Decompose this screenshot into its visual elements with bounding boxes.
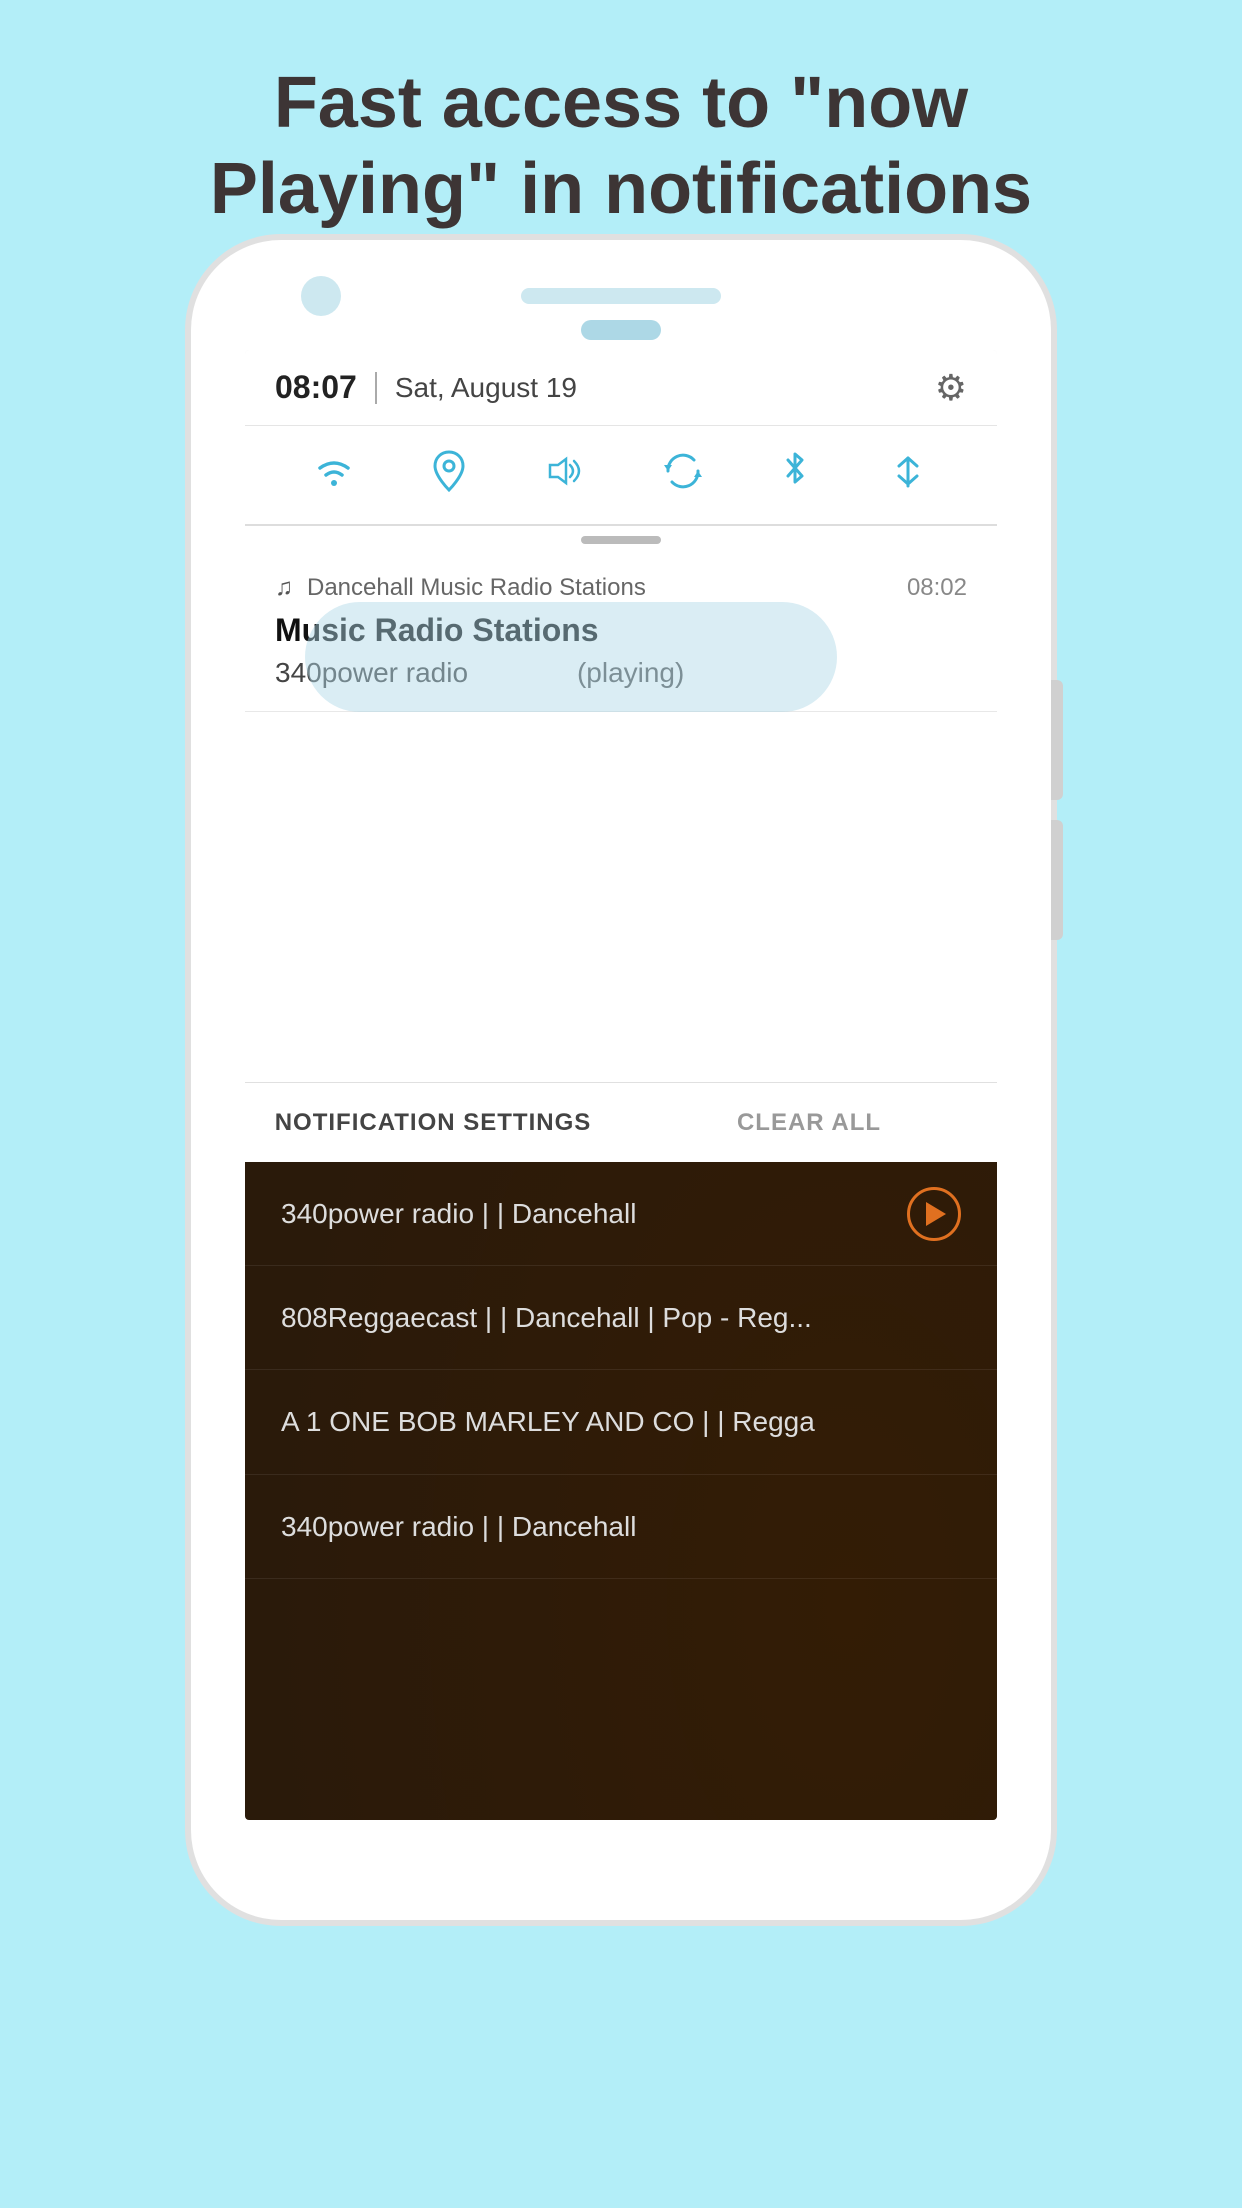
header-line2: Playing" in notifications xyxy=(210,149,1032,229)
phone-speaker xyxy=(521,288,721,304)
quick-settings xyxy=(245,426,997,526)
sync-icon[interactable] xyxy=(662,450,704,501)
phone-camera xyxy=(301,276,341,316)
notif-top-row: ♫ Dancehall Music Radio Stations 08:02 xyxy=(275,574,967,602)
radio-item[interactable]: 808Reggaecast | | Dancehall | Pop - Reg.… xyxy=(245,1266,997,1370)
notif-playing-status: (playing) xyxy=(577,657,684,688)
notif-empty-area xyxy=(245,712,997,1082)
music-note-icon: ♫ xyxy=(275,574,293,602)
header-line1: Fast access to "now xyxy=(274,63,968,143)
radio-list: 340power radio | | Dancehall 808Reggaeca… xyxy=(245,1162,997,1579)
data-transfer-icon[interactable] xyxy=(887,450,929,501)
clear-all-button[interactable]: CLEAR ALL xyxy=(621,1109,997,1137)
drag-handle-bar xyxy=(581,536,661,544)
status-time: 08:07 xyxy=(275,369,357,406)
notif-actions-bar: NOTIFICATION SETTINGS CLEAR ALL xyxy=(245,1082,997,1162)
notification-card[interactable]: ♫ Dancehall Music Radio Stations 08:02 M… xyxy=(245,554,997,712)
phone-screen: 08:07 Sat, August 19 ⚙ xyxy=(245,350,997,1820)
play-button[interactable] xyxy=(907,1187,961,1241)
phone-side-btn-2 xyxy=(1051,820,1063,940)
status-bar: 08:07 Sat, August 19 ⚙ xyxy=(245,350,997,426)
radio-item[interactable]: 340power radio | | Dancehall xyxy=(245,1475,997,1579)
notif-station: 340power radio xyxy=(275,657,468,688)
gear-icon[interactable]: ⚙ xyxy=(935,367,967,409)
wifi-icon[interactable] xyxy=(313,453,355,498)
status-divider xyxy=(375,372,377,404)
notif-app-name: Dancehall Music Radio Stations xyxy=(307,574,907,602)
radio-item-title: 340power radio | | Dancehall xyxy=(281,1511,636,1542)
page-header: Fast access to "now Playing" in notifica… xyxy=(0,0,1242,273)
volume-icon[interactable] xyxy=(544,453,586,498)
phone-shell: 08:07 Sat, August 19 ⚙ xyxy=(191,240,1051,1920)
notif-title: Music Radio Stations xyxy=(275,612,967,649)
notif-subtitle: 340power radio (playing) xyxy=(275,657,967,689)
phone-home-button xyxy=(581,320,661,340)
radio-item[interactable]: 340power radio | | Dancehall xyxy=(245,1162,997,1266)
radio-item-title: A 1 ONE BOB MARLEY AND CO | | Regga xyxy=(281,1406,815,1437)
radio-item[interactable]: A 1 ONE BOB MARLEY AND CO | | Regga xyxy=(245,1370,997,1474)
drag-handle xyxy=(245,526,997,554)
notification-settings-button[interactable]: NOTIFICATION SETTINGS xyxy=(245,1109,621,1137)
notif-time: 08:02 xyxy=(907,574,967,602)
status-date: Sat, August 19 xyxy=(395,372,935,404)
radio-item-title: 808Reggaecast | | Dancehall | Pop - Reg.… xyxy=(281,1302,812,1333)
radio-item-title: 340power radio | | Dancehall xyxy=(281,1198,636,1229)
app-screen: 340power radio | | Dancehall 808Reggaeca… xyxy=(245,1162,997,1820)
bluetooth-icon[interactable] xyxy=(780,450,810,501)
phone-side-btn-1 xyxy=(1051,680,1063,800)
location-icon[interactable] xyxy=(431,450,467,501)
play-triangle-icon xyxy=(926,1202,946,1226)
